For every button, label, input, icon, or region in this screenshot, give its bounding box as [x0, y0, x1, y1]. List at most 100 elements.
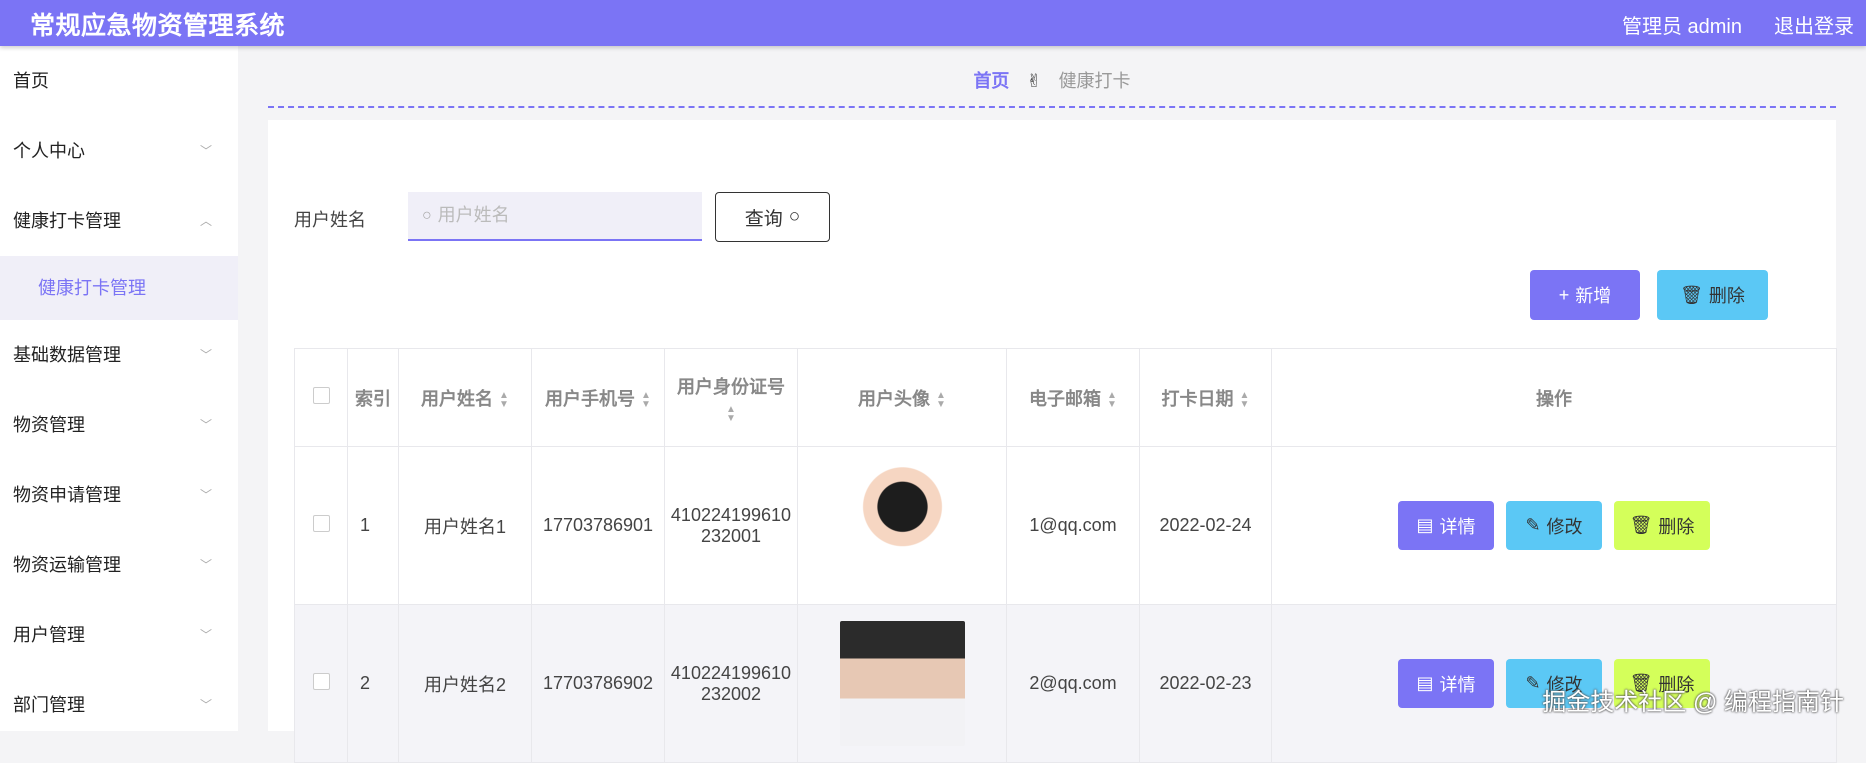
sidebar-item-departments[interactable]: 部门管理 ﹀ — [0, 670, 238, 740]
delete-button[interactable]: 🗑删除 — [1614, 501, 1710, 550]
sidebar-item-base-data[interactable]: 基础数据管理 ﹀ — [0, 320, 238, 390]
sort-icon[interactable]: ▲▼ — [1240, 391, 1250, 409]
breadcrumb: 首页 ✌ 健康打卡 — [238, 46, 1866, 108]
sidebar-item-material-transport[interactable]: 物资运输管理 ﹀ — [0, 530, 238, 600]
search-label: 用户姓名 — [294, 206, 366, 232]
sidebar-item-label: 基础数据管理 — [13, 345, 121, 365]
sort-icon[interactable]: ▲▼ — [641, 391, 651, 409]
chevron-up-icon: ︿ — [200, 186, 212, 256]
cell-actions: ▤详情 ✎ 修改 🗑删除 — [1272, 447, 1837, 605]
sidebar-item-users[interactable]: 用户管理 ﹀ — [0, 600, 238, 670]
trash-icon: 🗑 — [1680, 285, 1703, 306]
detail-label: 详情 — [1440, 671, 1476, 697]
document-icon: ▤ — [1416, 515, 1433, 536]
current-user: 管理员 admin — [1622, 10, 1742, 39]
search-icon: ○ — [422, 207, 432, 225]
delete-label: 删除 — [1658, 513, 1694, 539]
select-all-cell — [295, 349, 348, 447]
add-button-label: 新增 — [1575, 282, 1611, 308]
query-button[interactable]: 查询 ○ — [715, 192, 830, 242]
row-select-cell — [295, 447, 348, 605]
cell-email: 1@qq.com — [1007, 447, 1140, 605]
sidebar-item-label: 个人中心 — [13, 141, 85, 161]
chevron-down-icon: ﹀ — [200, 116, 212, 186]
column-header-index: 索引 — [348, 349, 399, 447]
pencil-icon: ✎ — [1525, 673, 1540, 694]
column-label: 用户姓名 — [421, 389, 493, 409]
avatar — [840, 621, 965, 746]
hand-icon: ✌ — [1026, 71, 1041, 91]
sidebar-item-materials[interactable]: 物资管理 ﹀ — [0, 390, 238, 460]
id-number-part: 232001 — [701, 526, 761, 546]
row-select-cell — [295, 605, 348, 763]
chevron-down-icon: ﹀ — [200, 600, 212, 670]
column-label: 操作 — [1536, 389, 1572, 409]
row-checkbox[interactable] — [313, 515, 330, 532]
detail-button[interactable]: ▤详情 — [1398, 501, 1494, 550]
cell-index: 2 — [348, 605, 399, 763]
column-header-date[interactable]: 打卡日期 ▲▼ — [1140, 349, 1272, 447]
select-all-checkbox[interactable] — [313, 387, 330, 404]
column-header-avatar[interactable]: 用户头像▲▼ — [798, 349, 1007, 447]
sidebar-item-label: 部门管理 — [13, 695, 85, 715]
delete-button-label: 删除 — [1709, 282, 1745, 308]
sidebar-subitem-health-checkin[interactable]: 健康打卡管理 — [0, 256, 238, 320]
row-checkbox[interactable] — [313, 673, 330, 690]
watermark: 掘金技术社区 @ 编程指南针 — [1542, 682, 1844, 717]
cell-avatar — [798, 447, 1007, 605]
main-content: 首页 ✌ 健康打卡 用户姓名 ○ 查询 ○ + 新增 🗑 删除 — [238, 46, 1866, 731]
chevron-down-icon: ﹀ — [200, 670, 212, 740]
sidebar-item-material-requests[interactable]: 物资申请管理 ﹀ — [0, 460, 238, 530]
cell-phone: 17703786902 — [532, 605, 665, 763]
sort-icon[interactable]: ▲▼ — [726, 405, 736, 423]
sidebar-item-personal-center[interactable]: 个人中心 ﹀ — [0, 116, 238, 186]
pencil-icon: ✎ — [1525, 515, 1540, 536]
edit-label: 修改 — [1547, 513, 1583, 539]
column-label: 索引 — [355, 389, 391, 409]
query-button-label: 查询 — [745, 204, 783, 231]
cell-name: 用户姓名1 — [399, 447, 532, 605]
sidebar-item-label: 物资运输管理 — [13, 555, 121, 575]
table-header-row: 索引 用户姓名 ▲▼ 用户手机号 ▲▼ 用户身份证号▲▼ 用户头像▲▼ 电子邮箱▲▼… — [295, 349, 1837, 447]
sort-icon[interactable]: ▲▼ — [1107, 391, 1117, 409]
column-label: 用户手机号 — [545, 389, 635, 409]
trash-icon: 🗑 — [1630, 515, 1653, 536]
top-header: 常规应急物资管理系统 管理员 admin 退出登录 — [0, 0, 1866, 46]
edit-button[interactable]: ✎ 修改 — [1506, 501, 1602, 550]
cell-name: 用户姓名2 — [399, 605, 532, 763]
sort-icon[interactable]: ▲▼ — [936, 391, 946, 409]
cell-date: 2022-02-24 — [1140, 447, 1272, 605]
sidebar-item-label: 健康打卡管理 — [13, 211, 121, 231]
cell-id-number: 410224199610232002 — [665, 605, 798, 763]
cell-email: 2@qq.com — [1007, 605, 1140, 763]
column-header-actions: 操作 — [1272, 349, 1837, 447]
sidebar-item-home[interactable]: 首页 — [0, 46, 238, 116]
breadcrumb-home[interactable]: 首页 — [973, 71, 1009, 91]
sidebar-item-label: 物资管理 — [13, 415, 85, 435]
avatar — [840, 463, 965, 588]
detail-button[interactable]: ▤详情 — [1398, 659, 1494, 708]
sort-icon[interactable]: ▲▼ — [499, 391, 509, 409]
column-label: 打卡日期 — [1162, 389, 1234, 409]
sidebar: 首页 个人中心 ﹀ 健康打卡管理 ︿ 健康打卡管理 基础数据管理 ﹀ 物资管理 … — [0, 46, 238, 731]
search-input[interactable] — [438, 205, 678, 226]
column-header-id-number[interactable]: 用户身份证号▲▼ — [665, 349, 798, 447]
logout-link[interactable]: 退出登录 — [1774, 10, 1854, 39]
search-icon: ○ — [789, 206, 800, 228]
chevron-down-icon: ﹀ — [200, 460, 212, 530]
sidebar-item-label: 用户管理 — [13, 625, 85, 645]
sidebar-item-health-checkin[interactable]: 健康打卡管理 ︿ — [0, 186, 238, 256]
column-header-name[interactable]: 用户姓名 ▲▼ — [399, 349, 532, 447]
plus-icon: + — [1559, 285, 1570, 306]
sidebar-item-label: 物资申请管理 — [13, 485, 121, 505]
id-number-part: 232002 — [701, 684, 761, 704]
add-button[interactable]: + 新增 — [1530, 270, 1640, 320]
cell-phone: 17703786901 — [532, 447, 665, 605]
chevron-down-icon: ﹀ — [200, 320, 212, 390]
content-panel: 用户姓名 ○ 查询 ○ + 新增 🗑 删除 索引 — [268, 120, 1836, 731]
batch-delete-button[interactable]: 🗑 删除 — [1657, 270, 1768, 320]
column-header-phone[interactable]: 用户手机号 ▲▼ — [532, 349, 665, 447]
table-row: 1 用户姓名1 17703786901 410224199610232001 1… — [295, 447, 1837, 605]
chevron-down-icon: ﹀ — [200, 530, 212, 600]
column-header-email[interactable]: 电子邮箱▲▼ — [1007, 349, 1140, 447]
